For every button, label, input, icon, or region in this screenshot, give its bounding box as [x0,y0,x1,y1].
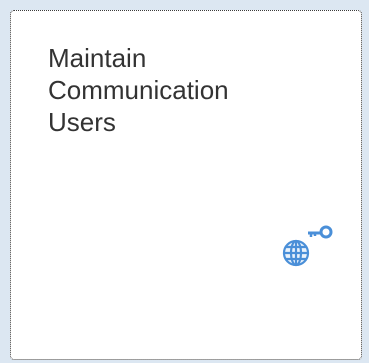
globe-with-key-icon [282,225,333,267]
tile-title-line-1: Maintain [48,43,147,73]
tile-title: Maintain Communication Users [48,42,338,138]
app-tile-maintain-communication-users[interactable]: Maintain Communication Users [10,10,362,360]
tile-title-line-2: Communication [48,75,229,105]
tile-title-line-3: Users [48,107,116,137]
